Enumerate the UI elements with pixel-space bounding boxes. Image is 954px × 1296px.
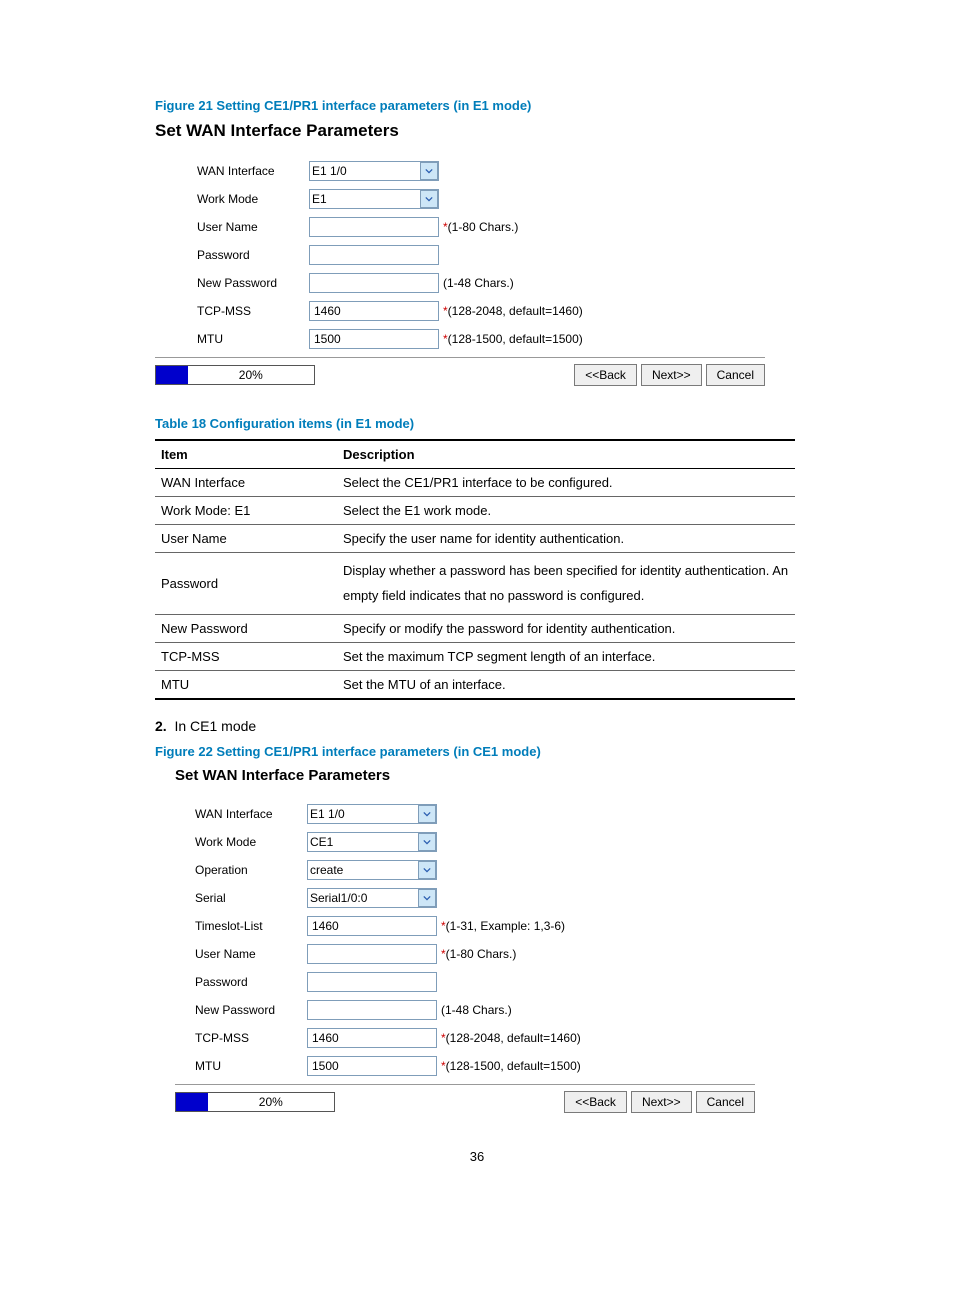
hint-tcp-mss: *(128-2048, default=1460) <box>441 1031 581 1045</box>
input-password[interactable] <box>307 972 437 992</box>
form-panel-ce1: WAN Interface E1 1/0 Work Mode CE1 Opera… <box>175 804 755 1113</box>
hint-timeslot: *(1-31, Example: 1,3-6) <box>441 919 565 933</box>
label-serial: Serial <box>195 891 307 905</box>
label-timeslot-list: Timeslot-List <box>195 919 307 933</box>
panel-title: Set WAN Interface Parameters <box>155 121 799 141</box>
label-operation: Operation <box>195 863 307 877</box>
table-caption: Table 18 Configuration items (in E1 mode… <box>155 416 799 431</box>
label-tcp-mss: TCP-MSS <box>195 1031 307 1045</box>
label-password: Password <box>195 975 307 989</box>
th-desc: Description <box>337 440 795 469</box>
hint-new-password: (1-48 Chars.) <box>443 276 514 290</box>
hint-tcp-mss: *(128-2048, default=1460) <box>443 304 583 318</box>
panel-title: Set WAN Interface Parameters <box>175 767 799 784</box>
label-new-password: New Password <box>197 276 309 290</box>
next-button[interactable]: Next>> <box>631 1091 692 1113</box>
input-new-password[interactable] <box>309 273 439 293</box>
label-work-mode: Work Mode <box>195 835 307 849</box>
table-row: Work Mode: E1Select the E1 work mode. <box>155 497 795 525</box>
hint-user-name: *(1-80 Chars.) <box>443 220 518 234</box>
back-button[interactable]: <<Back <box>564 1091 627 1113</box>
input-tcp-mss[interactable] <box>307 1028 437 1048</box>
next-button[interactable]: Next>> <box>641 364 702 386</box>
table-row: TCP-MSSSet the maximum TCP segment lengt… <box>155 643 795 671</box>
input-new-password[interactable] <box>307 1000 437 1020</box>
label-wan-interface: WAN Interface <box>197 164 309 178</box>
step-text: In CE1 mode <box>174 718 256 734</box>
hint-mtu: *(128-1500, default=1500) <box>443 332 583 346</box>
figure-caption: Figure 22 Setting CE1/PR1 interface para… <box>155 744 799 759</box>
label-user-name: User Name <box>195 947 307 961</box>
input-user-name[interactable] <box>307 944 437 964</box>
select-value: E1 1/0 <box>312 164 347 178</box>
progress-bar: 20% <box>155 365 315 385</box>
select-value: Serial1/0:0 <box>310 891 367 905</box>
form-panel-e1: WAN Interface E1 1/0 Work Mode E1 User N… <box>155 161 765 386</box>
select-work-mode[interactable]: E1 <box>309 189 439 209</box>
chevron-down-icon <box>420 190 438 208</box>
table-row: PasswordDisplay whether a password has b… <box>155 553 795 615</box>
progress-text: 20% <box>188 368 314 382</box>
select-value: E1 1/0 <box>310 807 345 821</box>
page-number: 36 <box>155 1149 799 1164</box>
input-mtu[interactable] <box>307 1056 437 1076</box>
table-row: WAN InterfaceSelect the CE1/PR1 interfac… <box>155 469 795 497</box>
select-serial[interactable]: Serial1/0:0 <box>307 888 437 908</box>
figure-caption: Figure 21 Setting CE1/PR1 interface para… <box>155 98 799 113</box>
label-new-password: New Password <box>195 1003 307 1017</box>
config-table: Item Description WAN InterfaceSelect the… <box>155 439 795 700</box>
select-wan-interface[interactable]: E1 1/0 <box>307 804 437 824</box>
hint-new-password: (1-48 Chars.) <box>441 1003 512 1017</box>
hint-mtu: *(128-1500, default=1500) <box>441 1059 581 1073</box>
label-mtu: MTU <box>195 1059 307 1073</box>
cancel-button[interactable]: Cancel <box>706 364 765 386</box>
input-timeslot-list[interactable] <box>307 916 437 936</box>
th-item: Item <box>155 440 337 469</box>
table-row: New PasswordSpecify or modify the passwo… <box>155 615 795 643</box>
chevron-down-icon <box>418 889 436 907</box>
step-number: 2. <box>155 718 167 734</box>
chevron-down-icon <box>418 861 436 879</box>
input-password[interactable] <box>309 245 439 265</box>
select-value: CE1 <box>310 835 333 849</box>
chevron-down-icon <box>418 833 436 851</box>
select-value: create <box>310 863 343 877</box>
label-user-name: User Name <box>197 220 309 234</box>
input-user-name[interactable] <box>309 217 439 237</box>
label-tcp-mss: TCP-MSS <box>197 304 309 318</box>
table-row: User NameSpecify the user name for ident… <box>155 525 795 553</box>
input-mtu[interactable] <box>309 329 439 349</box>
table-row: MTUSet the MTU of an interface. <box>155 671 795 700</box>
chevron-down-icon <box>420 162 438 180</box>
hint-user-name: *(1-80 Chars.) <box>441 947 516 961</box>
select-value: E1 <box>312 192 327 206</box>
label-work-mode: Work Mode <box>197 192 309 206</box>
select-operation[interactable]: create <box>307 860 437 880</box>
progress-text: 20% <box>208 1095 334 1109</box>
chevron-down-icon <box>418 805 436 823</box>
progress-bar: 20% <box>175 1092 335 1112</box>
label-wan-interface: WAN Interface <box>195 807 307 821</box>
select-work-mode[interactable]: CE1 <box>307 832 437 852</box>
cancel-button[interactable]: Cancel <box>696 1091 755 1113</box>
input-tcp-mss[interactable] <box>309 301 439 321</box>
label-mtu: MTU <box>197 332 309 346</box>
label-password: Password <box>197 248 309 262</box>
back-button[interactable]: <<Back <box>574 364 637 386</box>
step-item: 2. In CE1 mode <box>155 718 799 734</box>
select-wan-interface[interactable]: E1 1/0 <box>309 161 439 181</box>
